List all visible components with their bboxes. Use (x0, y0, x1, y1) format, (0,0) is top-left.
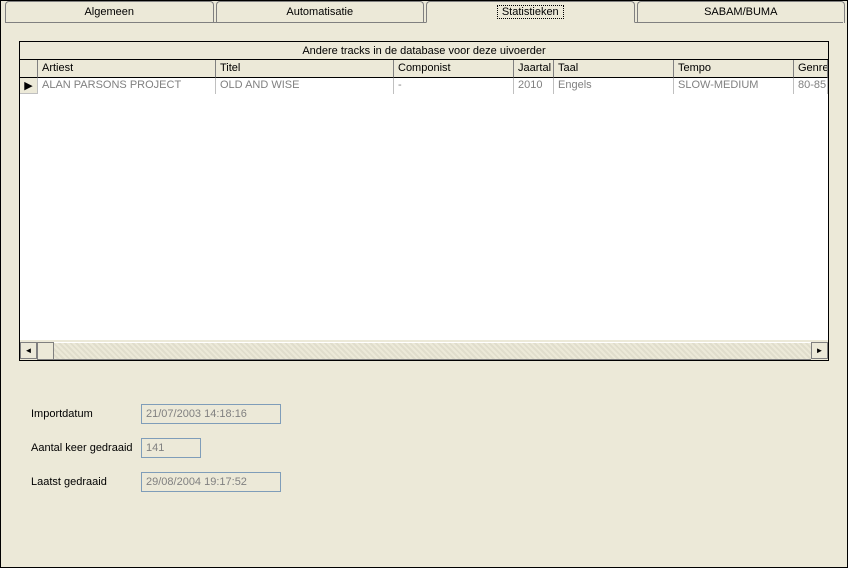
panel-title: Andere tracks in de database voor deze u… (20, 42, 828, 60)
header-marker[interactable] (20, 60, 38, 78)
header-componist[interactable]: Componist (394, 60, 514, 78)
label-laatst: Laatst gedraaid (31, 476, 141, 488)
stats-form: Importdatum 21/07/2003 14:18:16 Aantal k… (31, 397, 281, 499)
chevron-right-icon: ► (816, 346, 824, 355)
tab-statistieken[interactable]: Statistieken (426, 1, 635, 23)
tab-label: Automatisatie (286, 6, 353, 18)
scroll-track[interactable] (54, 342, 811, 360)
table-row[interactable]: ▶ ALAN PARSONS PROJECT OLD AND WISE - 20… (20, 78, 828, 94)
tab-automatisatie[interactable]: Automatisatie (216, 1, 425, 23)
row-laatst: Laatst gedraaid 29/08/2004 19:17:52 (31, 465, 281, 499)
header-titel[interactable]: Titel (216, 60, 394, 78)
cell-titel: OLD AND WISE (216, 78, 394, 94)
cell-componist: - (394, 78, 514, 94)
header-artiest[interactable]: Artiest (38, 60, 216, 78)
row-aantal: Aantal keer gedraaid 141 (31, 431, 281, 465)
tracks-panel: Andere tracks in de database voor deze u… (19, 41, 829, 361)
tab-algemeen[interactable]: Algemeen (5, 1, 214, 23)
header-tempo[interactable]: Tempo (674, 60, 794, 78)
header-genre[interactable]: Genre (794, 60, 828, 78)
cell-jaartal: 2010 (514, 78, 554, 94)
tab-label: Algemeen (84, 6, 134, 18)
tab-sabam[interactable]: SABAM/BUMA (637, 1, 846, 23)
row-importdatum: Importdatum 21/07/2003 14:18:16 (31, 397, 281, 431)
cell-artiest: ALAN PARSONS PROJECT (38, 78, 216, 94)
field-laatst: 29/08/2004 19:17:52 (141, 472, 281, 492)
horizontal-scrollbar[interactable]: ◄ ► (20, 342, 828, 360)
cell-taal: Engels (554, 78, 674, 94)
cell-genre: 80-85 (794, 78, 828, 94)
label-importdatum: Importdatum (31, 408, 141, 420)
tab-underline (5, 22, 843, 23)
label-aantal: Aantal keer gedraaid (31, 442, 141, 454)
field-aantal: 141 (141, 438, 201, 458)
grid-body[interactable]: ▶ ALAN PARSONS PROJECT OLD AND WISE - 20… (20, 78, 828, 340)
cell-tempo: SLOW-MEDIUM (674, 78, 794, 94)
scroll-left-button[interactable]: ◄ (20, 342, 37, 359)
tab-label: SABAM/BUMA (704, 6, 777, 18)
field-importdatum: 21/07/2003 14:18:16 (141, 404, 281, 424)
tab-label: Statistieken (497, 5, 564, 19)
header-taal[interactable]: Taal (554, 60, 674, 78)
header-jaartal[interactable]: Jaartal (514, 60, 554, 78)
scroll-thumb[interactable] (37, 342, 54, 360)
row-marker-icon: ▶ (20, 78, 38, 94)
window: Algemeen Automatisatie Statistieken SABA… (0, 0, 848, 568)
scroll-right-button[interactable]: ► (811, 342, 828, 359)
tab-strip: Algemeen Automatisatie Statistieken SABA… (5, 1, 847, 23)
grid-header: Artiest Titel Componist Jaartal Taal Tem… (20, 60, 828, 78)
chevron-left-icon: ◄ (25, 346, 33, 355)
